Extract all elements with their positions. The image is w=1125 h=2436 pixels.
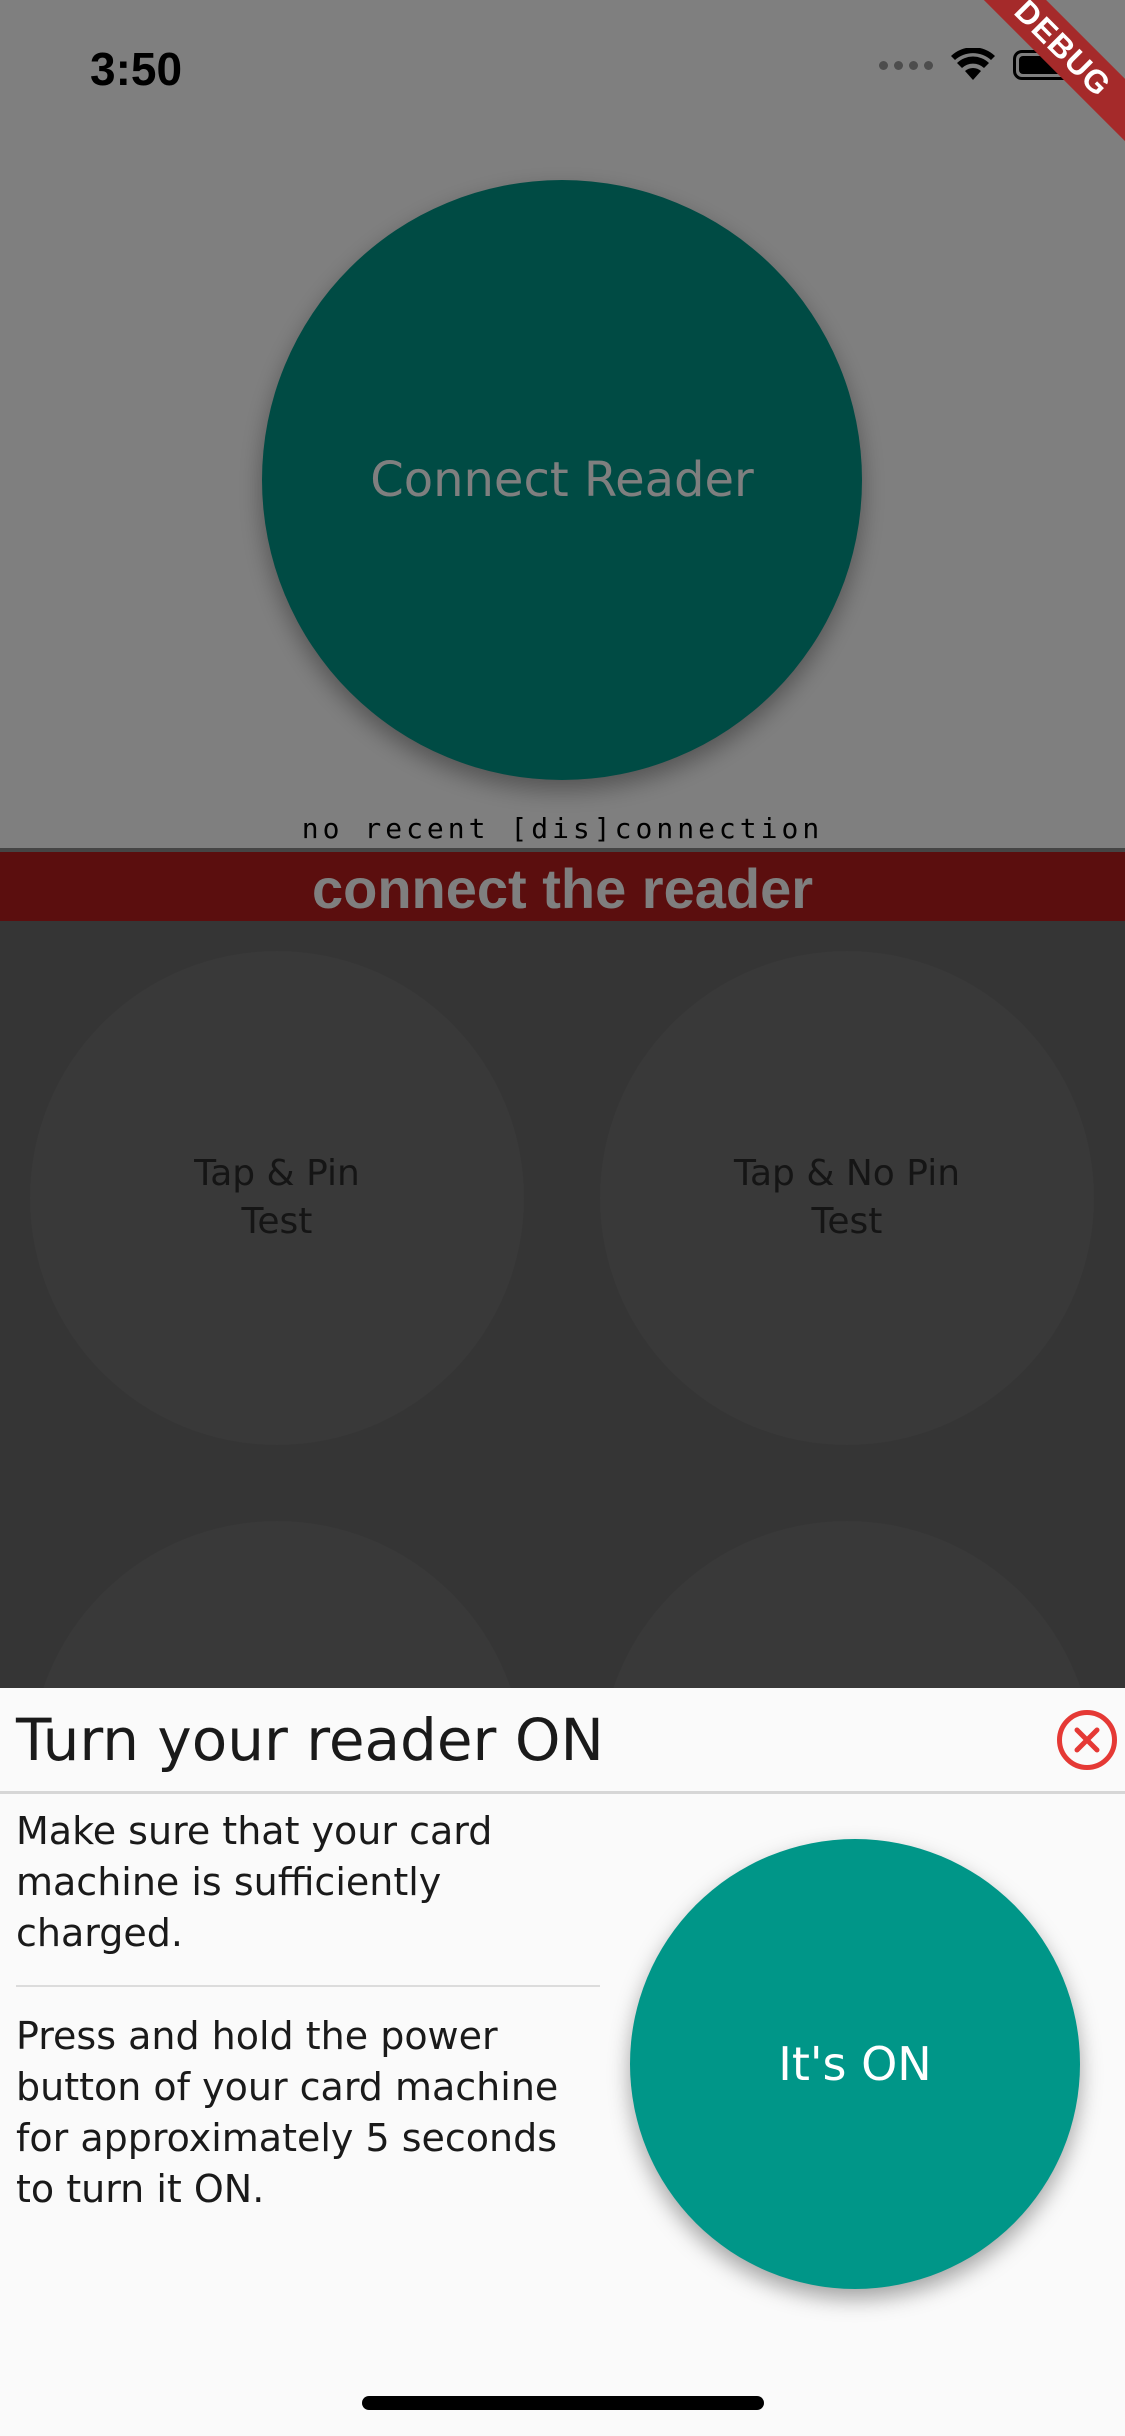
its-on-label: It's ON (778, 2037, 932, 2091)
sheet-instructions: Make sure that your card machine is suff… (16, 1806, 600, 2215)
instruction-power: Press and hold the power button of your … (16, 2014, 559, 2211)
bottom-sheet: Turn your reader ON Make sure that your … (0, 1688, 1125, 2436)
home-indicator[interactable] (362, 2396, 764, 2410)
instruction-charge: Make sure that your card machine is suff… (16, 1806, 600, 1987)
its-on-button[interactable]: It's ON (630, 1839, 1080, 2289)
close-icon (1074, 1727, 1100, 1753)
close-button[interactable] (1057, 1710, 1117, 1770)
sheet-title: Turn your reader ON (16, 1706, 604, 1774)
sheet-header: Turn your reader ON (0, 1688, 1125, 1794)
